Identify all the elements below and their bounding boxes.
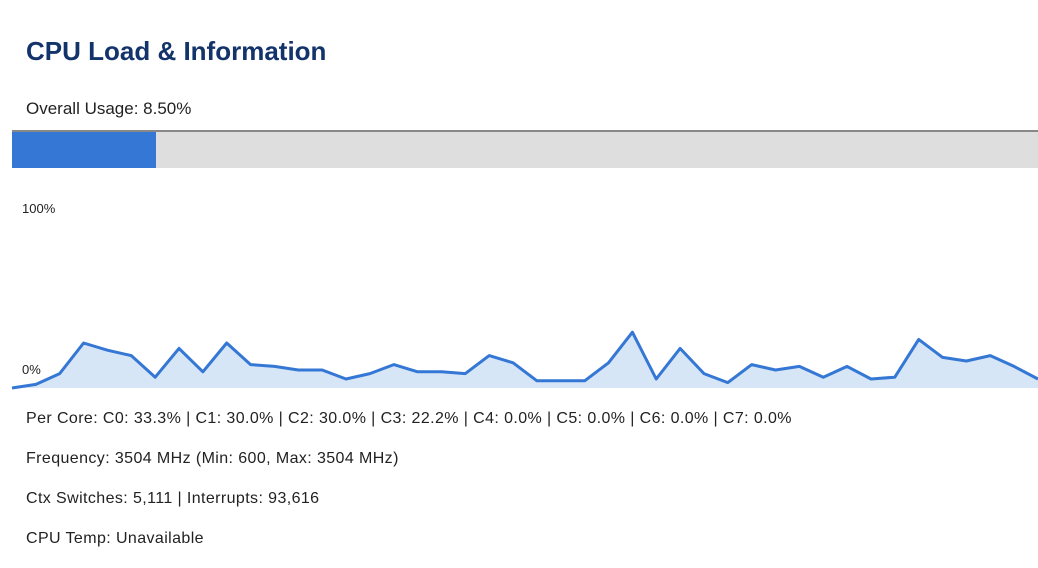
cpu-usage-history-svg [11, 330, 1038, 390]
usage-area-fill [12, 332, 1038, 388]
panel-title: CPU Load & Information [26, 36, 327, 66]
context-switches-interrupts: Ctx Switches: 5,111 | Interrupts: 93,616 [26, 490, 320, 507]
overall-usage-progress-bar [12, 130, 1038, 168]
overall-usage-label: Overall Usage: 8.50% [26, 99, 192, 118]
per-core-usage: Per Core: C0: 33.3% | C1: 30.0% | C2: 30… [26, 410, 792, 427]
cpu-temperature: CPU Temp: Unavailable [26, 530, 204, 547]
y-axis-min-label: 0% [22, 362, 41, 377]
cpu-frequency: Frequency: 3504 MHz (Min: 600, Max: 3504… [26, 450, 399, 467]
overall-usage-progress-fill [12, 132, 156, 168]
y-axis-max-label: 100% [22, 201, 56, 216]
cpu-load-panel: CPU Load & Information Overall Usage: 8.… [0, 0, 1038, 568]
cpu-usage-history-chart: 100% 0% [11, 196, 1038, 394]
